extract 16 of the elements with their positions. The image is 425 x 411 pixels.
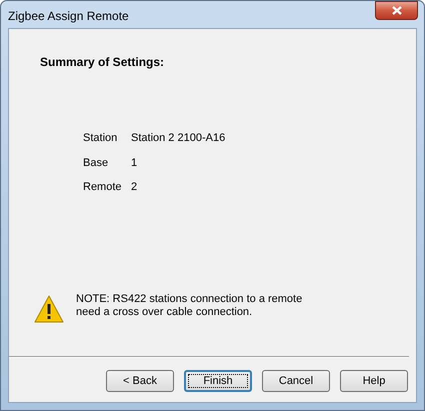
- close-icon: [392, 6, 402, 15]
- setting-value: Station 2 2100-A16: [131, 131, 226, 146]
- section-heading: Summary of Settings:: [40, 54, 166, 71]
- setting-label: Base: [83, 156, 110, 170]
- setting-value: 2: [131, 180, 138, 195]
- note-text: NOTE: RS422 stations connection to a remote need a cross over cable connection.: [76, 292, 304, 318]
- window-title: Zigbee Assign Remote: [8, 8, 129, 25]
- dialog-button[interactable]: < Back: [106, 370, 174, 392]
- setting-value: 1: [131, 156, 138, 170]
- close-button[interactable]: [375, 1, 418, 20]
- dialog-button[interactable]: Finish: [184, 370, 252, 392]
- warning-icon: [34, 294, 64, 322]
- dialog-button[interactable]: Cancel: [262, 370, 330, 392]
- setting-label: Remote: [83, 180, 123, 195]
- dialog-button[interactable]: Help: [340, 370, 408, 392]
- setting-label: Station: [83, 131, 118, 146]
